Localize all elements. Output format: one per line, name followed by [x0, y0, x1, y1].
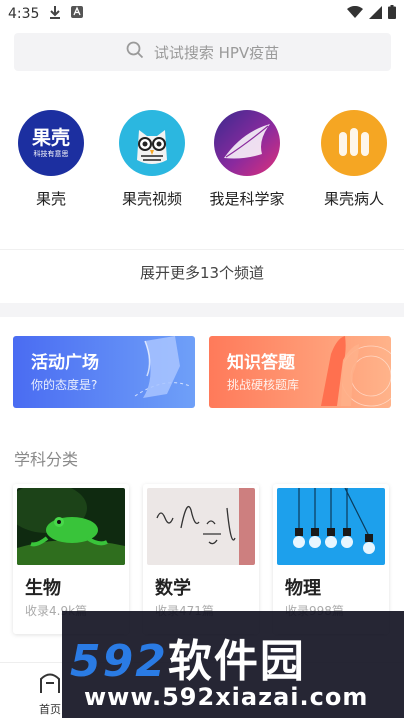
- home-icon: [37, 669, 63, 699]
- channel-label: 果壳病人: [323, 190, 384, 208]
- watermark-logo: 592软件园 www.592xiazai.com: [62, 611, 404, 718]
- banner-title: 活动广场: [31, 353, 99, 373]
- signal-icon: [369, 5, 382, 23]
- channel-guokr-patient[interactable]: 果壳病人: [304, 110, 404, 209]
- search-bar[interactable]: 试试搜索 HPV疫苗: [14, 33, 391, 71]
- scroll-decoration-icon: [134, 336, 191, 398]
- channel-label: 我是科学家: [209, 190, 285, 208]
- subject-name: 物理: [285, 578, 321, 599]
- pills-icon: [321, 110, 387, 176]
- subject-name: 生物: [25, 578, 61, 599]
- download-icon: [49, 5, 61, 23]
- guokr-logo-icon: 果壳 科技有意思: [18, 110, 84, 176]
- channel-guokr[interactable]: 果壳 科技有意思 果壳: [1, 110, 101, 209]
- channel-scientist[interactable]: 我是科学家: [197, 110, 297, 209]
- search-icon: [126, 41, 144, 63]
- watermark-brand: 592软件园: [70, 636, 306, 687]
- banner-title: 知识答题: [227, 353, 295, 373]
- expand-channels-button[interactable]: 展开更多13个频道: [0, 262, 404, 283]
- status-time: 4:35: [8, 6, 40, 22]
- section-title: 学科分类: [14, 450, 79, 469]
- banner-subtitle: 你的态度是?: [31, 378, 98, 392]
- battery-icon: [388, 5, 396, 23]
- banner-subtitle: 挑战硬核题库: [227, 378, 300, 392]
- channel-list: 果壳 科技有意思 果壳 果壳视频 我是科学家 果壳病人: [0, 110, 404, 220]
- feather-icon: [214, 110, 280, 176]
- tab-home-label: 首页: [39, 703, 61, 716]
- search-placeholder: 试试搜索 HPV疫苗: [153, 43, 280, 62]
- owl-icon: [119, 110, 185, 176]
- subject-name: 数学: [155, 578, 191, 599]
- app-notification-icon: [71, 6, 84, 22]
- knowledge-quiz-banner[interactable]: 知识答题 挑战硬核题库: [209, 336, 391, 408]
- formula-image: [147, 488, 255, 565]
- light-bulbs-image: [277, 488, 385, 565]
- channel-label: 果壳视频: [121, 190, 182, 208]
- channel-guokr-video[interactable]: 果壳视频: [102, 110, 202, 209]
- section-divider: [0, 303, 404, 317]
- wifi-icon: [347, 5, 363, 23]
- watermark-url: www.592xiazai.com: [84, 683, 369, 711]
- divider: [0, 249, 404, 250]
- channel-label: 果壳: [35, 190, 66, 208]
- activity-plaza-banner[interactable]: 活动广场 你的态度是?: [13, 336, 195, 408]
- rocket-decoration-icon: [321, 336, 391, 407]
- status-bar: 4:35: [0, 0, 404, 28]
- frog-image: [17, 488, 125, 565]
